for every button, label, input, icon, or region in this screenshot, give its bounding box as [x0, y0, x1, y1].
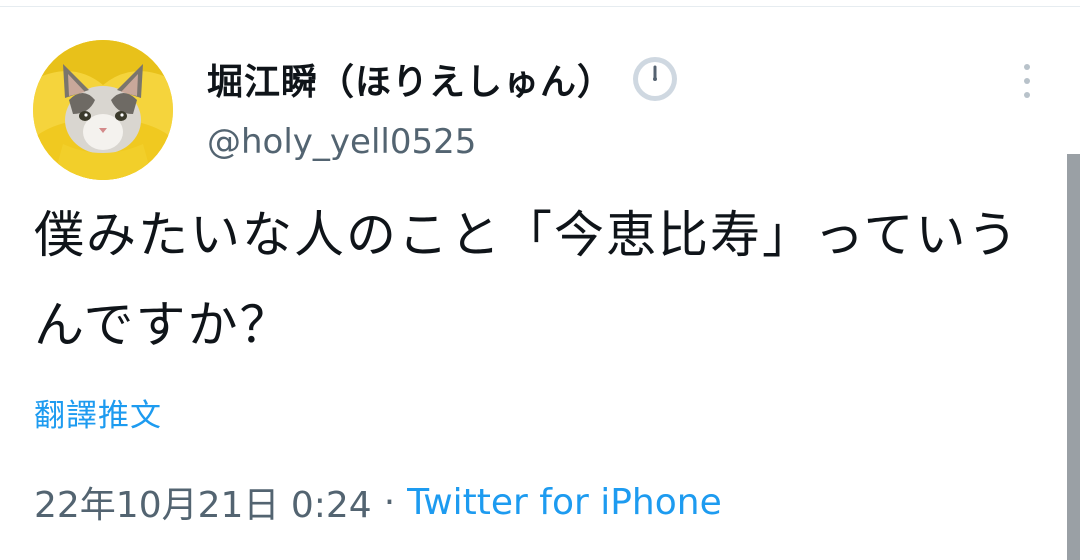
tweet-text: 僕みたいな人のこと「今恵比寿」っていうんですか？	[34, 206, 1020, 354]
meta-separator: ·	[383, 481, 396, 523]
cat-avatar-image	[33, 40, 173, 180]
tweet-card[interactable]: 堀江瞬（ほりえしゅん） @holy_yell0525 僕みたいな人のこと「今恵比…	[0, 0, 1080, 560]
tweet-meta: 22年10月21日 0:24 · Twitter for iPhone	[34, 475, 722, 529]
scrollbar[interactable]	[1067, 154, 1080, 560]
more-vertical-icon	[1024, 64, 1030, 70]
more-options-button[interactable]	[1010, 58, 1044, 104]
tweet-source-link[interactable]: Twitter for iPhone	[407, 482, 722, 523]
translate-tweet-link[interactable]: 翻譯推文	[34, 390, 162, 435]
avatar[interactable]	[33, 40, 173, 180]
divider	[0, 6, 1080, 7]
clock-icon	[630, 54, 680, 104]
user-handle[interactable]: @holy_yell0525	[207, 122, 476, 162]
tweet-timestamp[interactable]: 22年10月21日 0:24	[34, 476, 372, 528]
name-row: 堀江瞬（ほりえしゅん）	[207, 52, 680, 106]
display-name[interactable]: 堀江瞬（ほりえしゅん）	[207, 53, 614, 105]
